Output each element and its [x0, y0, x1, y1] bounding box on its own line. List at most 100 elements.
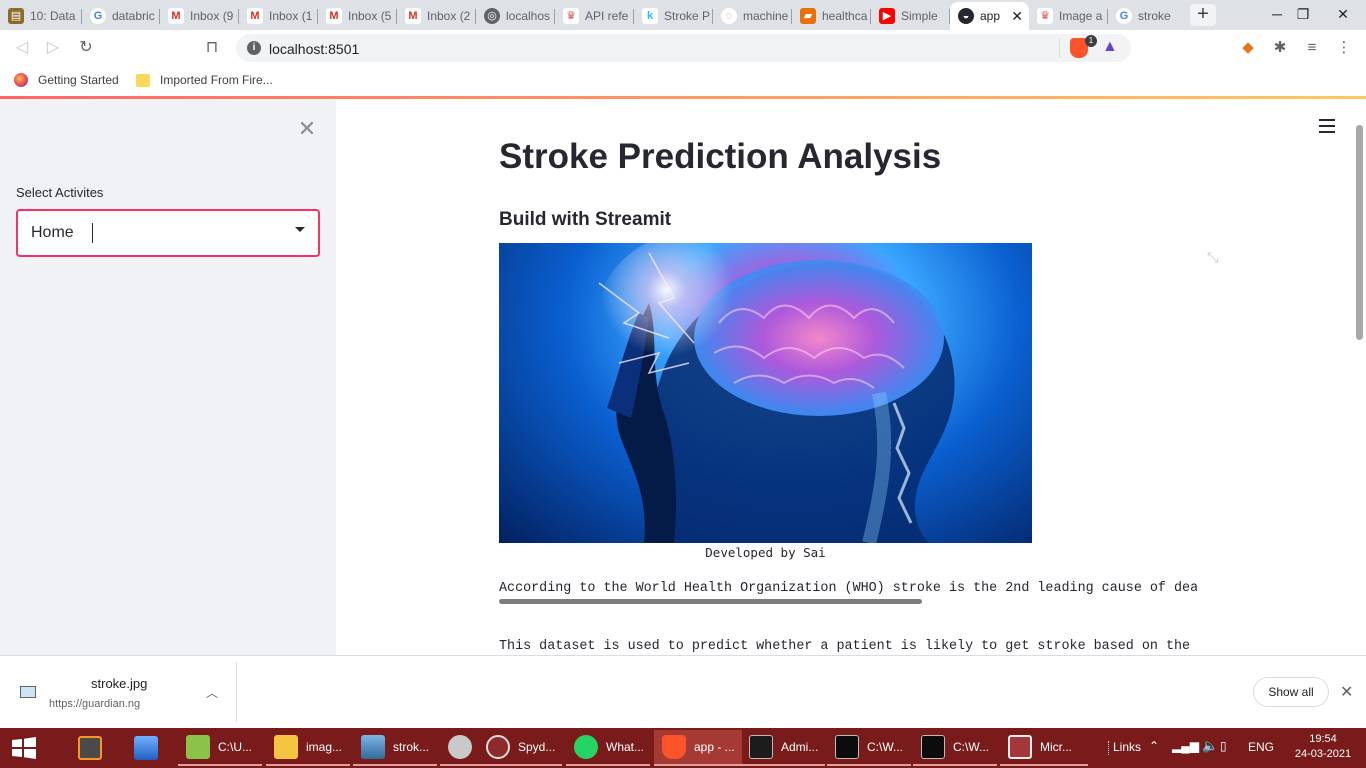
brush-icon — [448, 735, 472, 759]
tab-localhost[interactable]: ◎ localhos — [476, 2, 555, 30]
forward-icon[interactable]: ▷ — [43, 38, 63, 58]
folder-icon — [136, 73, 150, 87]
brave-icon — [662, 735, 686, 759]
tab-machine[interactable]: ◌ machine — [713, 2, 792, 30]
tab-label: Inbox (1 — [269, 9, 313, 23]
back-icon[interactable]: ◁ — [12, 38, 32, 58]
page-title: Stroke Prediction Analysis — [499, 137, 942, 176]
taskbar-app-spyder[interactable]: Spyd... — [478, 730, 562, 766]
tab-label: Inbox (9 — [190, 9, 234, 23]
taskbar-app-sublime[interactable] — [70, 730, 114, 766]
taskbar-app-whatsapp[interactable]: What... — [566, 730, 650, 766]
gmail-icon: M — [326, 8, 342, 24]
tab-healthcare[interactable]: ▰ healthca — [792, 2, 871, 30]
dropdown-arrow-icon[interactable] — [295, 227, 305, 232]
reload-icon[interactable]: ↻ — [76, 38, 96, 58]
tab-inbox-5[interactable]: M Inbox (5 — [318, 2, 397, 30]
tab-label: Image a — [1059, 9, 1103, 23]
streamlit-icon: ◒ — [958, 8, 974, 24]
tab-api-reference[interactable]: ♛ API refe — [555, 2, 634, 30]
download-source-url: https://guardian.ng — [49, 698, 141, 710]
metamask-icon[interactable]: ◆ — [1238, 38, 1258, 58]
extensions-icon[interactable]: ✱ — [1270, 38, 1290, 58]
brave-rewards-icon[interactable]: ▲ — [1102, 38, 1118, 56]
horizontal-scrollbar[interactable] — [499, 599, 922, 604]
network-icon[interactable]: ▂▄▆ — [1172, 739, 1199, 753]
bookmark-label: Getting Started — [38, 73, 119, 87]
tab-10-data[interactable]: ▤ 10: Data — [0, 2, 82, 30]
tab-app[interactable]: ◒ app ✕ — [950, 2, 1029, 30]
close-shelf-icon[interactable]: ✕ — [1340, 682, 1353, 702]
tab-inbox-2[interactable]: M Inbox (2 — [397, 2, 476, 30]
system-clock[interactable]: 19:54 24-03-2021 — [1289, 732, 1357, 762]
windows-taskbar: C:\U... imag... strok... Spyd... What...… — [0, 728, 1366, 768]
folder-icon — [274, 735, 298, 759]
volume-icon[interactable]: 🔈 — [1202, 738, 1218, 754]
download-file-name[interactable]: stroke.jpg — [91, 676, 147, 691]
site-info-icon[interactable]: i — [247, 41, 261, 55]
menu-icon[interactable]: ⋮ — [1334, 38, 1354, 58]
stroke-brain-image — [499, 243, 1032, 543]
bookmarks-bar: Getting Started Imported From Fire... — [0, 66, 1366, 96]
taskbar-app-label: What... — [606, 740, 645, 754]
taskbar-app-brave[interactable]: app - ... — [654, 730, 742, 766]
taskbar-app-cmd-2[interactable]: C:\W... — [913, 730, 997, 766]
download-shelf: stroke.jpg https://guardian.ng ︿ Show al… — [0, 655, 1366, 728]
notepad-plus-icon — [186, 735, 210, 759]
show-all-button[interactable]: Show all — [1253, 677, 1329, 707]
windows-start-icon[interactable] — [10, 737, 38, 759]
taskbar-app-label: imag... — [306, 740, 343, 754]
jupyter-icon: ◌ — [721, 8, 737, 24]
language-indicator[interactable]: ENG — [1248, 740, 1274, 754]
fullscreen-icon[interactable]: ⤡ — [1207, 249, 1218, 266]
select-value[interactable]: Home — [31, 224, 74, 242]
playlist-icon[interactable]: ≡ — [1302, 38, 1322, 58]
chevron-up-icon[interactable]: ︿ — [206, 684, 218, 701]
gmail-icon: M — [168, 8, 184, 24]
tab-label: API refe — [585, 9, 629, 23]
taskbar-app-label: strok... — [393, 740, 430, 754]
links-toolbar[interactable]: Links — [1113, 740, 1141, 754]
brain-illustration — [594, 243, 955, 543]
taskbar-app-cmd-1[interactable]: C:\W... — [827, 730, 911, 766]
browser-toolbar: ◁ ▷ ↻ ⊓ i localhost:8501 1 ▲ ◆ ✱ ≡ ⋮ — [0, 30, 1366, 66]
close-tab-icon[interactable]: ✕ — [1011, 8, 1023, 25]
taskbar-app-notepad[interactable]: C:\U... — [178, 730, 262, 766]
bookmark-getting-started[interactable]: Getting Started — [14, 73, 119, 87]
tab-inbox-9[interactable]: M Inbox (9 — [160, 2, 239, 30]
close-sidebar-icon[interactable]: ✕ — [296, 116, 318, 142]
tab-label: machine — [743, 9, 789, 23]
taskbar-app-admin-terminal[interactable]: Admi... — [741, 730, 825, 766]
tab-label: stroke — [1138, 9, 1171, 23]
hamburger-menu-icon[interactable] — [1319, 119, 1335, 133]
taskbar-app-label: Spyd... — [518, 740, 556, 754]
shields-badge: 1 — [1085, 35, 1097, 47]
tab-stroke-kaggle[interactable]: k Stroke P — [634, 2, 713, 30]
bookmark-icon[interactable]: ⊓ — [202, 38, 222, 58]
battery-icon[interactable]: ▯ — [1220, 739, 1227, 753]
taskbar-app-access[interactable]: Micr... — [1000, 730, 1088, 766]
sidebar: ✕ Select Activites Home — [0, 99, 336, 655]
taskbar-app-paint[interactable] — [440, 730, 478, 766]
terminal-icon — [749, 735, 773, 759]
crown-icon: ♛ — [1037, 8, 1053, 24]
control-panel-icon — [134, 736, 158, 760]
taskbar-app-control-panel[interactable] — [126, 730, 170, 766]
address-bar[interactable]: i localhost:8501 1 ▲ — [236, 34, 1131, 62]
vertical-scrollbar[interactable] — [1356, 125, 1363, 340]
taskbar-app-folder[interactable]: imag... — [266, 730, 350, 766]
taskbar-app-photos[interactable]: strok... — [353, 730, 437, 766]
close-window-icon[interactable]: ✕ — [1320, 0, 1366, 30]
tab-stroke-google[interactable]: G stroke — [1108, 2, 1182, 30]
bookmark-folder-imported[interactable]: Imported From Fire... — [136, 73, 273, 87]
tab-label: healthca — [822, 9, 868, 23]
new-tab-button[interactable]: + — [1190, 4, 1216, 26]
tab-image[interactable]: ♛ Image a — [1029, 2, 1108, 30]
text-caret — [92, 223, 93, 243]
tab-simple-youtube[interactable]: ▶ Simple — [871, 2, 950, 30]
tab-inbox-1[interactable]: M Inbox (1 — [239, 2, 318, 30]
chevron-up-icon[interactable]: ⌃ — [1149, 739, 1159, 753]
tab-databric[interactable]: G databric — [82, 2, 160, 30]
url-text[interactable]: localhost:8501 — [269, 41, 359, 57]
activity-select[interactable]: Home — [16, 209, 320, 257]
